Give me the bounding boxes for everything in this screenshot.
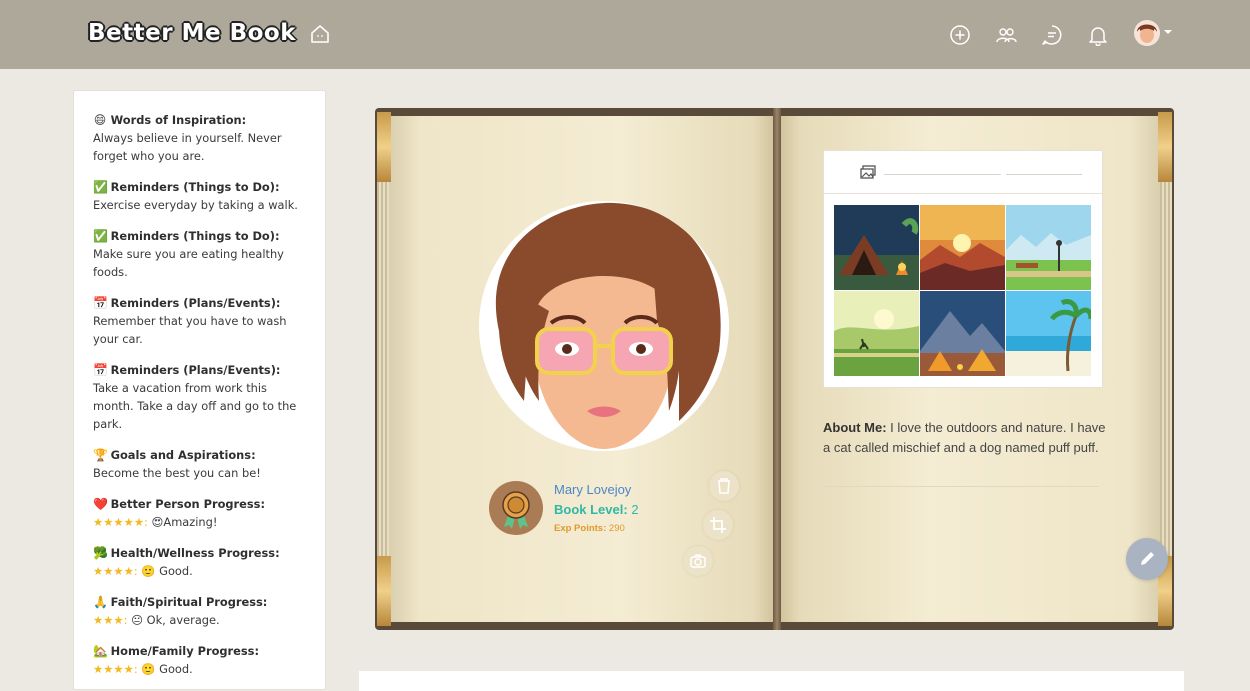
smile-icon: 😄 [93,113,107,127]
gallery-thumb-beach[interactable] [1006,291,1091,376]
list-item: 🙏 Faith/Spiritual Progress: ★★★: 😐 Ok, a… [93,593,306,629]
item-text: Always believe in yourself. Never forget… [93,131,282,163]
pencil-icon [1141,552,1154,565]
list-item: 🥦 Health/Wellness Progress: ★★★★: 🙂 Good… [93,544,306,580]
gallery-thumb-camping[interactable] [834,205,919,290]
list-item: 📅 Reminders (Plans/Events): Remember tha… [93,294,306,348]
trash-icon [718,478,730,494]
list-item: ❤️ Better Person Progress: ★★★★★: 😍Amazi… [93,495,306,531]
calendar-icon: 📅 [93,296,108,310]
profile-book: Mary Lovejoy Book Level: 2 Exp Points: 2… [375,108,1174,630]
photo-gallery [823,150,1103,388]
gallery-thumb-mountain-camp[interactable] [920,291,1005,376]
gallery-tab-line [884,174,1001,175]
item-title: Home/Family Progress: [110,644,260,658]
top-navbar: Better Me Book [0,0,1250,69]
item-title: Reminders (Things to Do): [110,180,280,194]
item-text: 🙂 Good. [141,662,193,676]
home-icon[interactable] [309,23,331,45]
item-text: Remember that you have to wash your car. [93,314,287,346]
medal-icon [502,491,530,529]
crop-icon [710,517,726,533]
divider [823,486,1099,487]
about-me: About Me: I love the outdoors and nature… [823,418,1113,458]
level-badge [489,481,543,535]
gallery-header [824,151,1102,194]
profile-portrait [479,201,729,451]
notifications-icon[interactable] [1087,24,1109,46]
friends-icon[interactable] [995,24,1017,46]
portrait-illustration [479,201,729,451]
brand-logo[interactable]: Better Me Book [88,20,296,46]
camera-icon [690,554,706,568]
level-label: Book Level: [554,502,628,517]
trophy-icon: 🏆 [93,448,108,462]
list-item: 🏆 Goals and Aspirations: Become the best… [93,446,306,482]
heart-icon: ❤️ [93,497,108,511]
camera-button[interactable] [683,546,713,576]
item-text: Exercise everyday by taking a walk. [93,198,298,212]
right-page: About Me: I love the outdoors and nature… [777,116,1160,622]
messages-icon[interactable] [1041,24,1063,46]
item-text: 😍Amazing! [151,515,218,529]
broccoli-icon: 🥦 [93,546,108,560]
gallery-thumb-sunset[interactable] [920,205,1005,290]
exp-points: Exp Points: 290 [554,523,625,534]
item-title: Words of Inspiration: [110,113,247,127]
delete-button[interactable] [709,471,739,501]
house-icon: 🏡 [93,644,108,658]
check-icon: ✅ [93,229,108,243]
star-rating: ★★★★: [93,662,138,676]
book-level: Book Level: 2 [554,502,639,517]
crop-button[interactable] [703,510,733,540]
gallery-tab-line [1006,174,1082,175]
star-rating: ★★★★: [93,564,138,578]
left-page: Mary Lovejoy Book Level: 2 Exp Points: 2… [389,116,777,622]
add-icon[interactable] [949,24,971,46]
item-title: Reminders (Plans/Events): [110,296,281,310]
item-title: Faith/Spiritual Progress: [110,595,268,609]
item-text: 😐 Ok, average. [131,613,220,627]
list-item: ✅ Reminders (Things to Do): Make sure yo… [93,227,306,281]
inspiration-sidebar: 😄 Words of Inspiration: Always believe i… [73,90,326,690]
corner-ornament [377,112,391,182]
content-card [359,671,1184,691]
edit-button[interactable] [1126,538,1168,580]
item-text: Take a vacation from work this month. Ta… [93,381,297,431]
item-text: Make sure you are eating healthy foods. [93,247,284,279]
list-item: 😄 Words of Inspiration: Always believe i… [93,111,306,165]
item-title: Reminders (Things to Do): [110,229,280,243]
list-item: 🏡 Home/Family Progress: ★★★★: 🙂 Good. [93,642,306,678]
star-rating: ★★★: [93,613,128,627]
user-avatar-menu[interactable] [1134,20,1160,46]
star-rating: ★★★★★: [93,515,148,529]
corner-ornament [377,556,391,626]
exp-label: Exp Points: [554,523,607,534]
item-title: Goals and Aspirations: [110,448,256,462]
gallery-thumb-park[interactable] [1006,205,1091,290]
images-icon[interactable] [860,165,876,179]
item-text: 🙂 Good. [141,564,193,578]
calendar-icon: 📅 [93,363,108,377]
about-label: About Me: [823,420,887,435]
level-value: 2 [631,502,639,517]
exp-value: 290 [608,523,625,534]
praying-hands-icon: 🙏 [93,595,108,609]
item-text: Become the best you can be! [93,466,261,480]
item-title: Reminders (Plans/Events): [110,363,281,377]
item-title: Better Person Progress: [110,497,266,511]
chevron-down-icon[interactable] [1164,30,1172,34]
book-spine [773,108,781,630]
avatar-icon [1134,20,1160,46]
list-item: 📅 Reminders (Plans/Events): Take a vacat… [93,361,306,433]
list-item: ✅ Reminders (Things to Do): Exercise eve… [93,178,306,214]
gallery-thumb-runner[interactable] [834,291,919,376]
corner-ornament [1158,112,1172,182]
item-title: Health/Wellness Progress: [110,546,280,560]
user-name[interactable]: Mary Lovejoy [554,482,631,497]
check-icon: ✅ [93,180,108,194]
